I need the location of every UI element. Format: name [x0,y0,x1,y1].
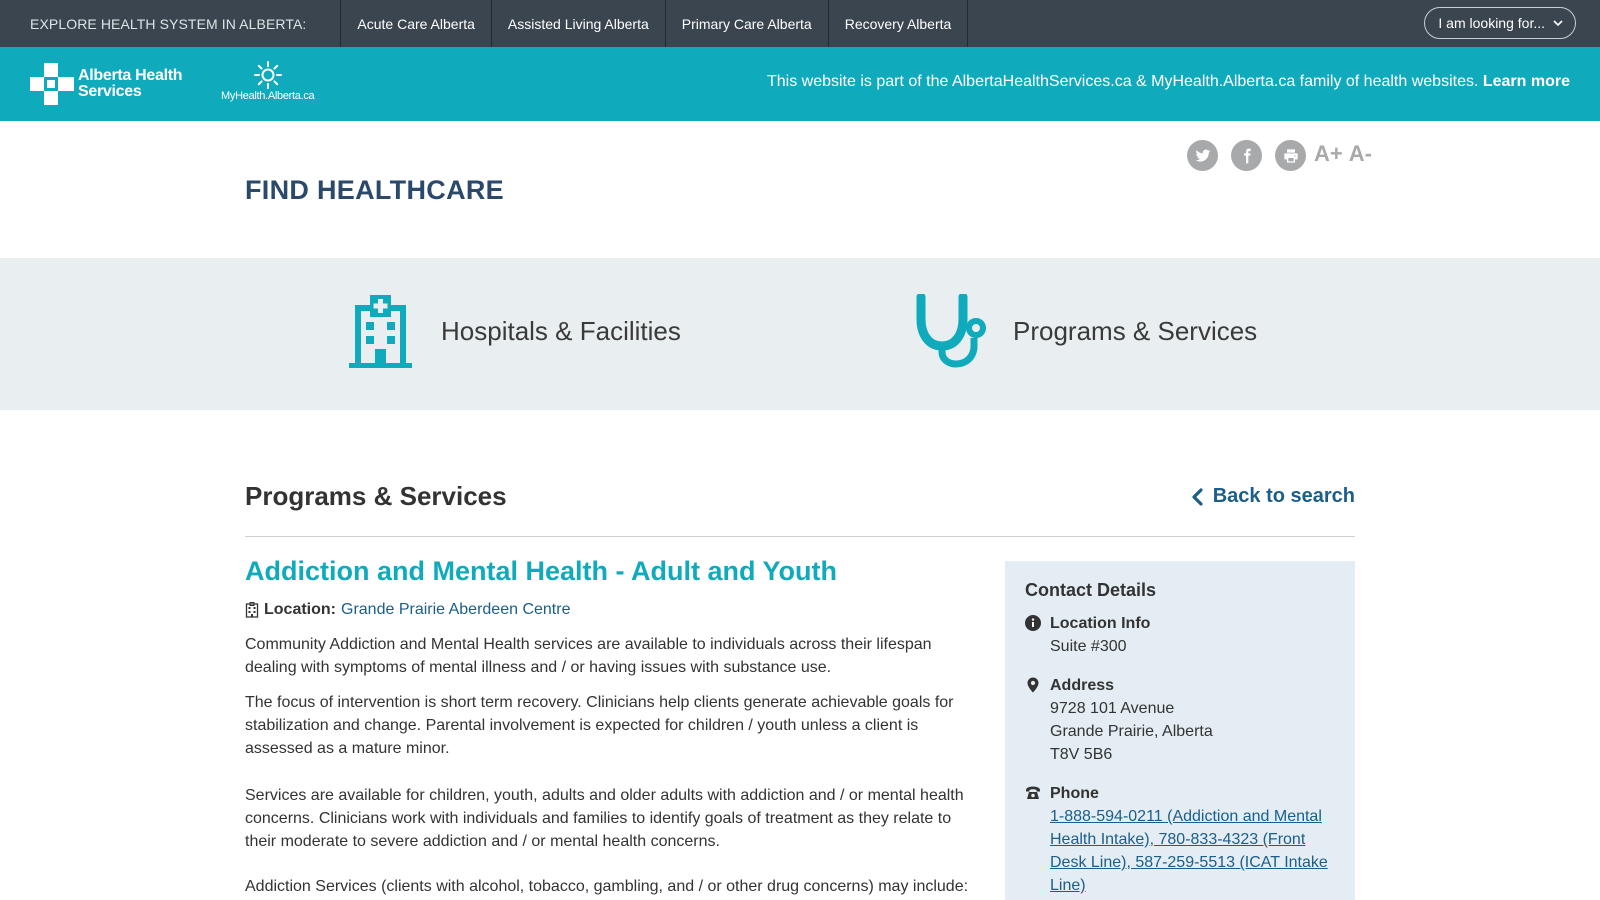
explore-label: EXPLORE HEALTH SYSTEM IN ALBERTA: [0,0,342,47]
address-line-3: T8V 5B6 [1050,746,1113,763]
page-title: FIND HEALTHCARE [245,175,504,205]
contact-details-card: Contact Details Location Info Suite #300… [1005,561,1355,900]
brand-message: This website is part of the AlbertaHealt… [767,73,1570,91]
learn-more-link[interactable]: Learn more [1483,73,1570,90]
category-programs-services[interactable]: Programs & Services [912,294,1257,368]
section-divider [245,536,1355,537]
hospital-icon [349,295,412,368]
ahs-cross-logo-icon [30,63,74,105]
brand-bar: Alberta Health Services MyHealth.Alberta… [0,47,1600,121]
brand-message-text: This website is part of the AlbertaHealt… [766,73,1479,90]
ahs-logo-line1: Alberta Health [78,67,183,84]
program-description-4: Addiction Services (clients with alcohol… [245,878,969,895]
looking-for-label: I am looking for... [1438,15,1545,31]
category-label-programs: Programs & Services [1013,315,1258,346]
font-size-controls: A+ A- [1314,141,1372,167]
chevron-down-icon [1553,20,1563,27]
program-description-2: The focus of intervention is short term … [245,694,954,757]
map-pin-icon [1027,677,1039,693]
phone-label: Phone [1050,785,1099,802]
location-link[interactable]: Grande Prairie Aberdeen Centre [341,601,570,619]
program-description-1: Community Addiction and Mental Health se… [245,636,932,676]
myhealth-logo[interactable]: MyHealth.Alberta.ca [221,61,315,102]
nav-acute-care[interactable]: Acute Care Alberta [341,0,492,47]
stethoscope-icon [916,294,986,368]
facebook-button[interactable] [1231,140,1262,171]
myhealth-logo-text: MyHealth.Alberta.ca [221,90,315,102]
phone-row: Phone 1-888-594-0211 (Addiction and Ment… [1025,782,1335,897]
section-title: Programs & Services [245,481,507,511]
font-increase-button[interactable]: A+ [1314,141,1343,167]
nav-assisted-living[interactable]: Assisted Living Alberta [492,0,666,47]
phone-numbers-link[interactable]: 1-888-594-0211 (Addiction and Mental Hea… [1050,805,1335,897]
info-icon [1025,615,1041,631]
building-icon [245,602,259,618]
category-hospitals-facilities[interactable]: Hospitals & Facilities [349,295,681,368]
category-label-hospitals: Hospitals & Facilities [441,316,681,346]
address-line-2: Grande Prairie, Alberta [1050,723,1213,740]
back-to-search-label: Back to search [1212,485,1355,507]
category-band: Hospitals & Facilities Programs & Servic… [0,258,1600,410]
location-info-row: Location Info Suite #300 [1025,612,1150,658]
ahs-logo[interactable]: Alberta Health Services [30,63,183,105]
nav-primary-care[interactable]: Primary Care Alberta [666,0,829,47]
location-info-value: Suite #300 [1050,638,1127,655]
social-share-bar [1187,140,1306,171]
ahs-logo-line2: Services [78,83,142,100]
phone-icon [1026,786,1040,799]
program-location: Location: Grande Prairie Aberdeen Centre [245,601,570,619]
address-line-1: 9728 101 Avenue [1050,700,1175,717]
twitter-button[interactable] [1187,140,1218,171]
program-title: Addiction and Mental Health - Adult and … [245,556,837,586]
contact-heading: Contact Details [1025,580,1157,600]
chevron-left-icon [1192,487,1203,506]
address-label: Address [1050,677,1115,694]
top-navigation-bar: EXPLORE HEALTH SYSTEM IN ALBERTA: Acute … [0,0,1600,47]
print-icon [1283,148,1298,163]
location-info-label: Location Info [1050,615,1151,632]
address-row: Address 9728 101 Avenue Grande Prairie, … [1025,674,1213,766]
program-description-3: Services are available for children, you… [245,787,964,850]
sun-logo-icon [253,61,282,89]
nav-recovery-alberta[interactable]: Recovery Alberta [829,0,969,47]
twitter-icon [1195,149,1210,162]
font-decrease-button[interactable]: A- [1349,141,1372,167]
back-to-search-link[interactable]: Back to search [1191,485,1355,508]
print-button[interactable] [1275,140,1306,171]
facebook-icon [1243,148,1251,163]
looking-for-dropdown[interactable]: I am looking for... [1424,7,1576,39]
location-label: Location: [264,601,336,618]
